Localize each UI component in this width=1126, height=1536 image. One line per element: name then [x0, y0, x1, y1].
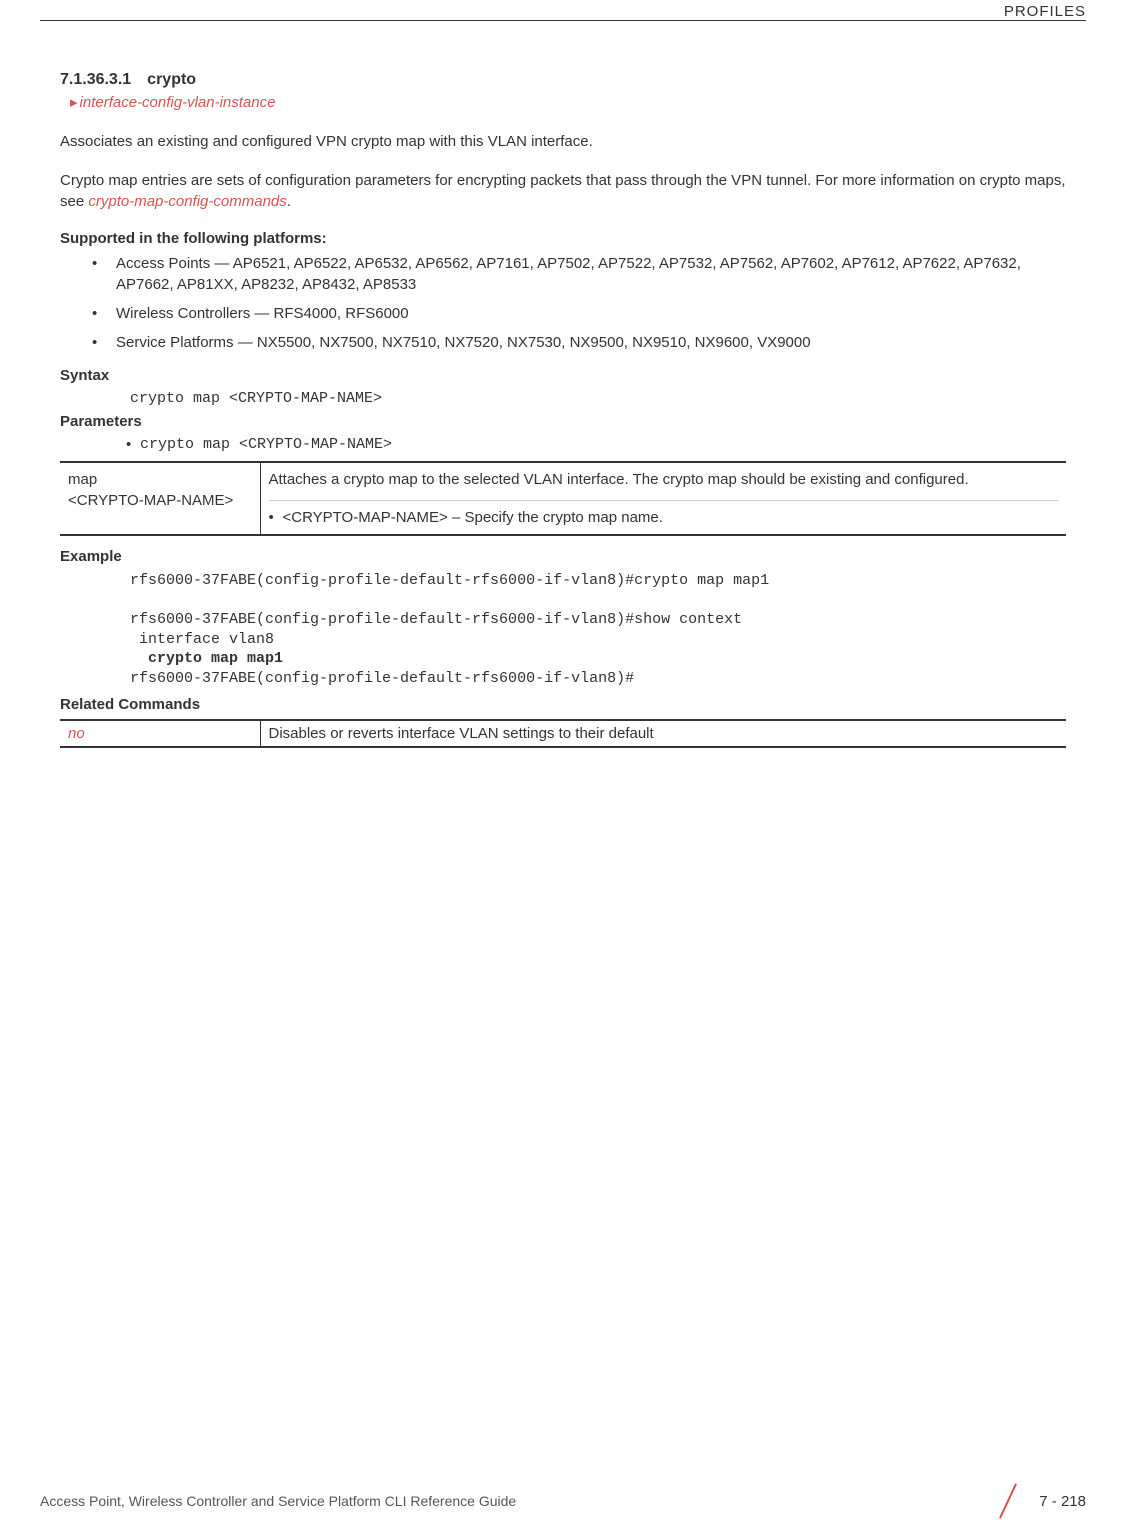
param-name-cell: map <CRYPTO-MAP-NAME> — [60, 462, 260, 535]
intro-p2-suffix: . — [287, 193, 291, 210]
parameters-table: map <CRYPTO-MAP-NAME> Attaches a crypto … — [60, 461, 1066, 536]
table-row: no Disables or reverts interface VLAN se… — [60, 720, 1066, 747]
param-desc-main: Attaches a crypto map to the selected VL… — [269, 469, 1059, 490]
related-cmd[interactable]: no — [60, 720, 260, 747]
syntax-code: crypto map <CRYPTO-MAP-NAME> — [130, 390, 1066, 407]
example-heading: Example — [60, 548, 1066, 565]
crypto-map-link[interactable]: crypto-map-config-commands — [88, 193, 286, 210]
param-name-line1: map — [68, 471, 97, 488]
intro-paragraph-2: Crypto map entries are sets of configura… — [60, 170, 1066, 212]
arrow-right-icon: ▸ — [70, 94, 78, 111]
param-desc-cell: Attaches a crypto map to the selected VL… — [260, 462, 1066, 535]
breadcrumb-text: interface-config-vlan-instance — [80, 94, 276, 111]
related-desc: Disables or reverts interface VLAN setti… — [260, 720, 1066, 747]
list-item: Access Points — AP6521, AP6522, AP6532, … — [60, 253, 1066, 295]
section-title: crypto — [147, 71, 196, 88]
list-item: Service Platforms — NX5500, NX7500, NX75… — [60, 332, 1066, 353]
platforms-list: Access Points — AP6521, AP6522, AP6532, … — [60, 253, 1066, 353]
slash-icon — [987, 1486, 1027, 1516]
param-name-line2: <CRYPTO-MAP-NAME> — [68, 492, 233, 509]
list-item: Wireless Controllers — RFS4000, RFS6000 — [60, 303, 1066, 324]
example-line: rfs6000-37FABE(config-profile-default-rf… — [130, 611, 742, 628]
parameters-heading: Parameters — [60, 413, 1066, 430]
related-heading: Related Commands — [60, 696, 1066, 713]
section-heading: 7.1.36.3.1 crypto — [60, 71, 1066, 89]
page-number: 7 - 218 — [1039, 1493, 1086, 1510]
syntax-heading: Syntax — [60, 367, 1066, 384]
table-row: map <CRYPTO-MAP-NAME> Attaches a crypto … — [60, 462, 1066, 535]
footer-title: Access Point, Wireless Controller and Se… — [40, 1493, 516, 1509]
header-category: PROFILES — [1004, 3, 1086, 20]
example-line: rfs6000-37FABE(config-profile-default-rf… — [130, 572, 769, 589]
related-table: no Disables or reverts interface VLAN se… — [60, 719, 1066, 748]
parameters-bullet: crypto map <CRYPTO-MAP-NAME> — [140, 436, 1066, 453]
footer: Access Point, Wireless Controller and Se… — [40, 1486, 1086, 1516]
intro-paragraph-1: Associates an existing and configured VP… — [60, 131, 1066, 152]
param-desc-sub: <CRYPTO-MAP-NAME> – Specify the crypto m… — [269, 500, 1059, 528]
breadcrumb[interactable]: ▸interface-config-vlan-instance — [70, 93, 1066, 111]
section-number: 7.1.36.3.1 — [60, 71, 131, 88]
example-line-bold: crypto map map1 — [130, 650, 283, 667]
example-code: rfs6000-37FABE(config-profile-default-rf… — [130, 571, 1066, 688]
example-line: interface vlan8 — [130, 631, 274, 648]
example-line: rfs6000-37FABE(config-profile-default-rf… — [130, 670, 634, 687]
platforms-heading: Supported in the following platforms: — [60, 230, 1066, 247]
